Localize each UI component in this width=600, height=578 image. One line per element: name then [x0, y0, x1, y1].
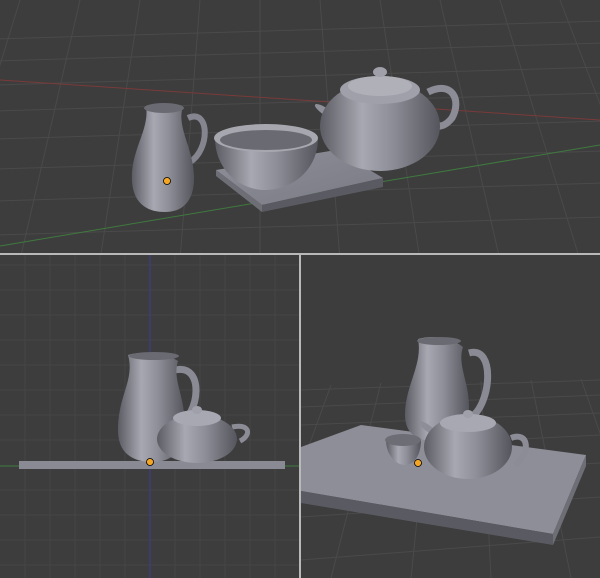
axis-x-line [0, 79, 600, 121]
object-origin-marker[interactable] [163, 177, 171, 185]
teapot [314, 67, 460, 171]
object-origin-marker-perspective[interactable] [414, 459, 422, 467]
viewport-top-canvas [0, 0, 600, 253]
viewport-perspective[interactable] [301, 255, 600, 578]
object-origin-marker-front[interactable] [146, 458, 154, 466]
pitcher [131, 103, 208, 212]
viewport-front-canvas [0, 255, 299, 578]
viewport-front[interactable] [0, 255, 299, 578]
viewport-top[interactable] [0, 0, 600, 253]
viewport-perspective-canvas [301, 337, 600, 578]
grid-floor [0, 0, 600, 253]
